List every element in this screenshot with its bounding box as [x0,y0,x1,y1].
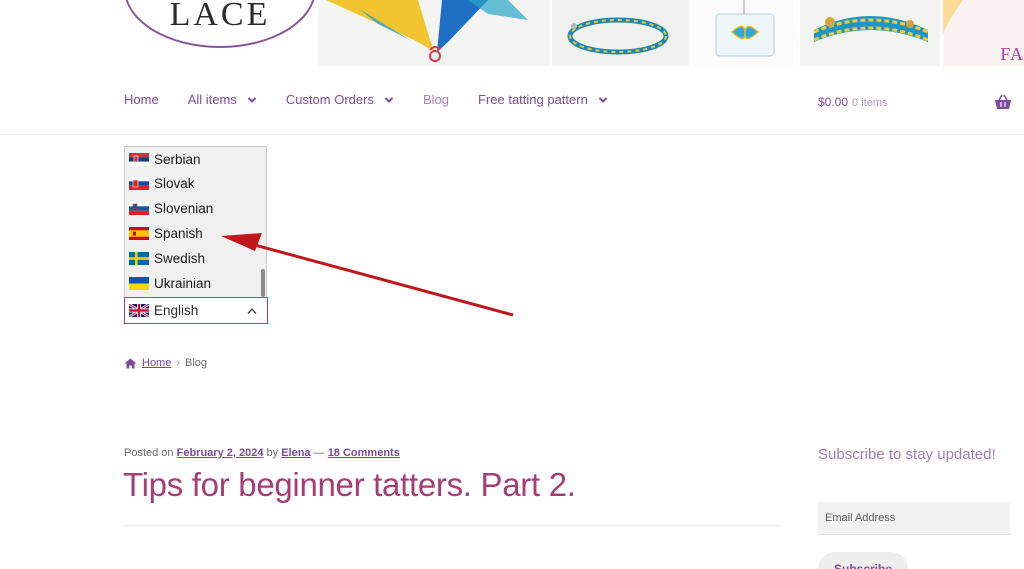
nav-item-label: Home [124,92,159,107]
breadcrumb-home-link[interactable]: Home [142,357,171,369]
serbia-flag-icon [129,152,149,166]
language-selected-label: English [154,303,199,318]
language-option-slovak[interactable]: Slovak [125,171,266,196]
page: LACE FA Home All items Custom Orders Blo… [0,0,1024,569]
language-option-label: Serbian [154,151,201,167]
nav-item-all-items[interactable]: All items [188,92,257,107]
nav-item-label: All items [187,92,237,107]
language-option-slovenian[interactable]: Slovenian [125,196,266,221]
language-option-label: Ukrainian [154,276,212,291]
logo-text: LACE [169,0,271,33]
header-divider [0,134,1024,135]
dropdown-scrollbar[interactable] [261,269,265,297]
language-option-label: Slovak [154,176,195,191]
post-meta: Posted on February 2, 2024 by Elena — 18… [124,447,400,459]
nav-item-label: Free tatting pattern [477,92,588,107]
banner-image-lace-necklace [318,0,550,66]
language-option-ukrainian[interactable]: Ukrainian [125,271,266,296]
language-dropdown-list[interactable]: Serbian Slovak Slovenian Spanish Swedish… [124,146,267,298]
language-option-label: Spanish [154,226,203,241]
breadcrumb-current: Blog [185,357,208,369]
banner-image-pendant [692,0,798,66]
banner-image-bracelet [552,0,689,66]
language-option-spanish[interactable]: Spanish [125,221,266,246]
chevron-down-icon [247,96,257,103]
nav-item-label: Blog [422,92,449,107]
nav-item-home[interactable]: Home [124,92,159,107]
subscribe-heading: Subscribe to stay updated! [818,446,996,463]
basket-icon[interactable] [994,94,1012,110]
post-divider [124,525,780,526]
home-icon [124,358,137,368]
nav-item-blog[interactable]: Blog [423,92,449,107]
email-field[interactable]: Email Address [818,502,1010,535]
subscribe-button[interactable]: Subscribe [818,552,908,569]
language-option-serbian[interactable]: Serbian [125,147,266,171]
post-comments-link[interactable]: 18 Comments [328,447,400,459]
chevron-up-icon [247,307,257,314]
chevron-down-icon [598,96,608,103]
cart-link[interactable]: $0.00 0 items [818,95,888,109]
slovakia-flag-icon [129,177,149,190]
cart-item-count: 0 items [852,97,888,109]
breadcrumb: Home › Blog [124,357,207,369]
post-date-link[interactable]: February 2, 2024 [177,447,264,459]
post-body-text-cutoff [124,560,780,569]
banner-promo-text: FA [1000,44,1024,64]
nav-item-label: Custom Orders [285,92,374,107]
spain-flag-icon [129,227,149,240]
email-placeholder: Email Address [825,512,896,524]
cart-total: $0.00 [818,95,849,109]
site-logo[interactable]: LACE [124,0,316,48]
cut-off-text-line [124,561,780,569]
slovenia-flag-icon [129,202,149,215]
breadcrumb-separator: › [176,357,181,369]
language-option-swedish[interactable]: Swedish [125,246,266,271]
language-select[interactable]: English [124,297,268,324]
nav-item-free-tatting-pattern[interactable]: Free tatting pattern [478,92,608,107]
posted-on-label: Posted on [124,447,174,459]
meta-dash: — [313,447,325,459]
banner-image-bracelet-2 [800,0,940,66]
language-option-label: Swedish [154,251,206,266]
post-title[interactable]: Tips for beginner tatters. Part 2. [123,466,576,504]
ukraine-flag-icon [129,277,149,290]
banner-image-promo: FA [943,0,1024,66]
language-option-label: Slovenian [154,201,214,216]
primary-navigation: Home All items Custom Orders Blog Free t… [124,92,637,107]
chevron-down-icon [384,96,394,103]
sweden-flag-icon [129,252,149,265]
by-label: by [266,447,279,459]
post-author-link[interactable]: Elena [281,447,310,459]
uk-flag-icon [129,304,149,317]
nav-item-custom-orders[interactable]: Custom Orders [286,92,394,107]
